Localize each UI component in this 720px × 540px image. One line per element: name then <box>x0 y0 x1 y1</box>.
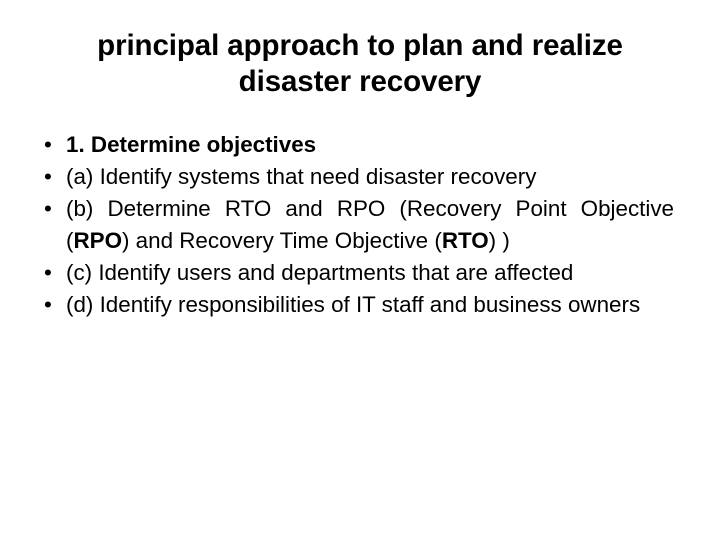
list-item-label: (c) Identify users and departments that … <box>66 260 574 285</box>
page-title-line-1: principal approach to plan and realize <box>97 29 623 62</box>
list-item: • (b) Determine RTO and RPO (Recovery Po… <box>40 193 674 257</box>
bullet-icon: • <box>44 196 52 221</box>
list-item-label: (d) Identify responsibilities of IT staf… <box>66 292 641 317</box>
page-title: principal approach to plan and realize d… <box>40 28 680 100</box>
page-title-line-2: disaster recovery <box>238 65 482 98</box>
slide: principal approach to plan and realize d… <box>0 0 720 540</box>
emphasis-text: RTO <box>441 228 489 253</box>
bullet-icon: • <box>44 260 52 285</box>
list-item: • 1. Determine objectives <box>40 129 674 161</box>
bullet-icon: • <box>44 164 52 189</box>
list-item: • (a) Identify systems that need disaste… <box>40 161 674 193</box>
list-item: • (d) Identify responsibilities of IT st… <box>40 289 674 321</box>
list-item: • (c) Identify users and departments tha… <box>40 257 674 289</box>
list-item-label: (b) Determine RTO and RPO (Recovery Poin… <box>66 193 674 257</box>
list-item-label: (a) Identify systems that need disaster … <box>66 164 537 189</box>
list-item-label: 1. Determine objectives <box>66 132 317 157</box>
emphasis-text: RPO <box>73 228 122 253</box>
plain-text: ) and Recovery Time Objective ( <box>122 228 442 253</box>
bullet-icon: • <box>44 292 52 317</box>
plain-text: ) ) <box>488 228 510 253</box>
bullet-list: • 1. Determine objectives • (a) Identify… <box>40 129 674 321</box>
bullet-icon: • <box>44 132 52 157</box>
